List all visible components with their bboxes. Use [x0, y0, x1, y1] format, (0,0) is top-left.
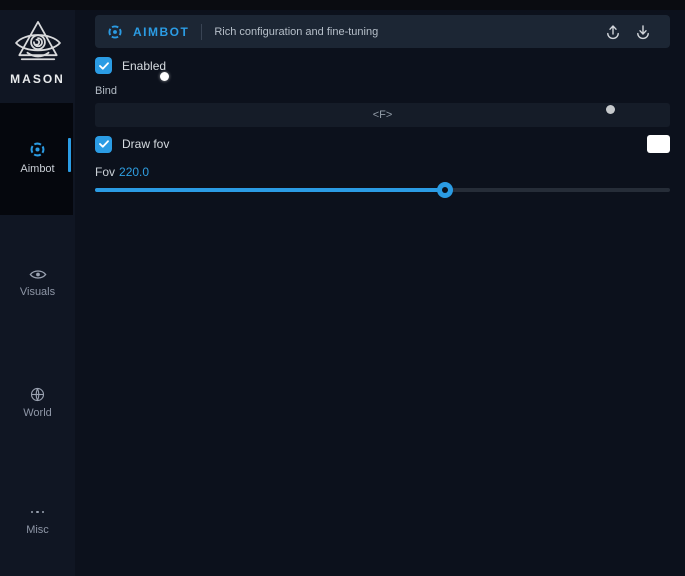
import-config-button[interactable] [598, 22, 628, 42]
sidebar-item-misc[interactable]: Misc [0, 505, 75, 536]
bind-key-value: <F> [373, 109, 393, 121]
ellipsis-icon [31, 505, 45, 519]
sidebar-item-label: Misc [26, 524, 49, 536]
enabled-checkbox[interactable] [95, 57, 112, 74]
slider-handle[interactable] [437, 182, 453, 198]
sidebar: MASON Aimbot Visuals [0, 10, 75, 576]
slider-fill [95, 188, 445, 192]
tab-header: AIMBOT Rich configuration and fine-tunin… [95, 15, 670, 48]
cursor-dot [160, 72, 169, 81]
eye-pyramid-icon [12, 16, 64, 70]
draw-fov-label: Draw fov [122, 137, 169, 151]
enabled-label: Enabled [122, 59, 166, 73]
fov-label: Fov 220.0 [95, 165, 149, 179]
sidebar-item-label: Aimbot [20, 163, 54, 175]
app-window: MASON Aimbot Visuals [0, 0, 685, 576]
eye-icon [29, 268, 47, 281]
crosshair-icon [29, 141, 46, 158]
export-config-button[interactable] [628, 22, 658, 42]
fov-slider[interactable] [95, 180, 670, 200]
fov-color-picker[interactable] [647, 135, 670, 153]
sidebar-item-label: World [23, 407, 52, 419]
page-title: AIMBOT [133, 25, 189, 39]
page-subtitle: Rich configuration and fine-tuning [214, 26, 378, 38]
main-panel: AIMBOT Rich configuration and fine-tunin… [75, 10, 685, 576]
sidebar-item-visuals[interactable]: Visuals [0, 268, 75, 298]
header-divider [201, 24, 202, 40]
sidebar-item-label: Visuals [20, 286, 55, 298]
window-top-strip [0, 0, 685, 10]
cursor-dot [606, 105, 615, 114]
draw-fov-checkbox[interactable] [95, 136, 112, 153]
crosshair-icon [107, 24, 123, 40]
bind-label: Bind [95, 85, 117, 97]
bind-key-button[interactable]: <F> [95, 103, 670, 127]
brand-logo: MASON [0, 16, 75, 86]
brand-name: MASON [10, 72, 65, 86]
sidebar-item-aimbot[interactable]: Aimbot [0, 141, 75, 175]
globe-icon [30, 387, 45, 402]
fov-value: 220.0 [119, 165, 149, 179]
draw-fov-row: Draw fov [95, 135, 670, 153]
sidebar-item-world[interactable]: World [0, 387, 75, 419]
enabled-row: Enabled [95, 57, 166, 74]
fov-label-text: Fov [95, 165, 115, 179]
